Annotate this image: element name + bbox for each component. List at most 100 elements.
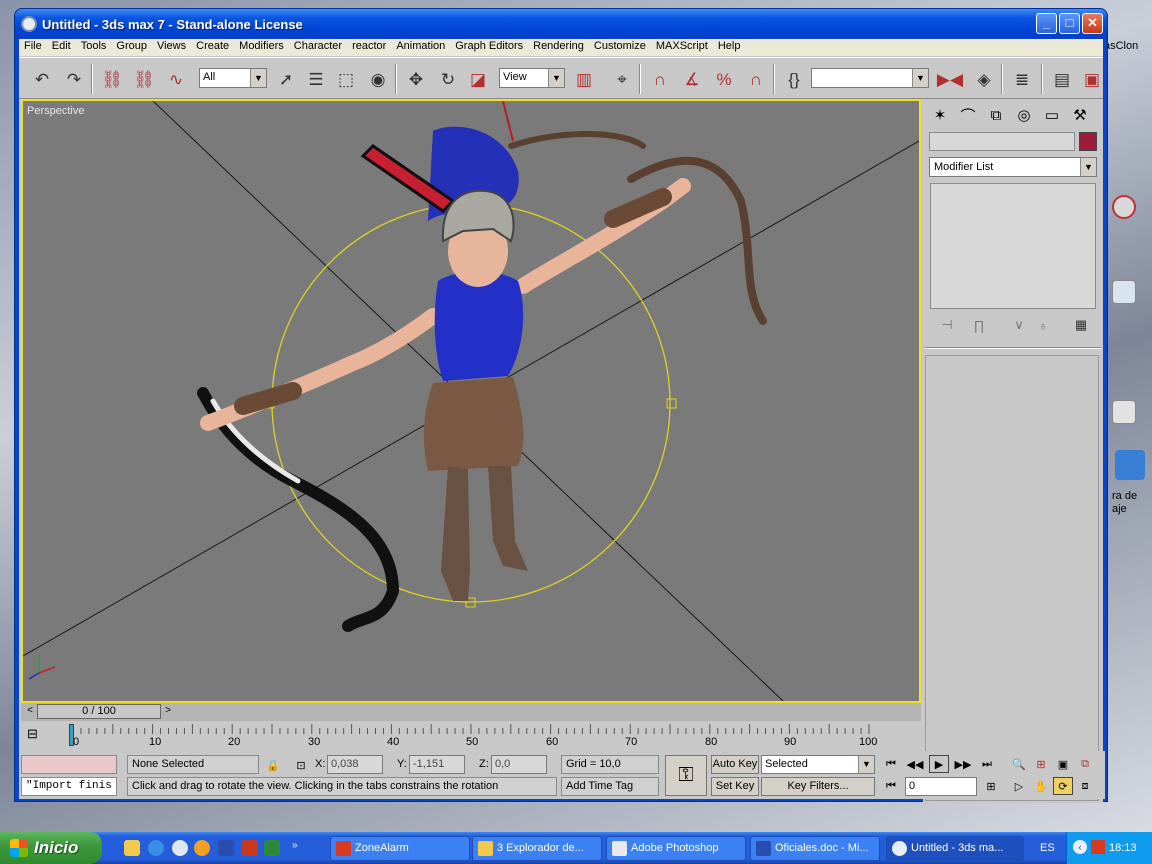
menu-modifiers[interactable]: Modifiers xyxy=(234,39,289,52)
excel-icon[interactable] xyxy=(264,840,280,856)
key-filters-button[interactable]: Key Filters... xyxy=(761,777,875,796)
title-bar[interactable]: Untitled - 3ds max 7 - Stand-alone Licen… xyxy=(15,9,1107,39)
key-mode-toggle-icon[interactable]: ⏮ xyxy=(881,777,901,795)
task-explorer[interactable]: 3 Explorador de... xyxy=(472,836,602,861)
show-end-result-icon[interactable]: ∏ xyxy=(967,315,991,335)
minimize-button[interactable]: _ xyxy=(1036,13,1057,34)
redo-icon[interactable]: ↷ xyxy=(61,67,87,93)
angle-snap-icon[interactable]: ∡ xyxy=(679,67,705,93)
select-by-name-icon[interactable]: ☰ xyxy=(303,67,329,93)
pivot-center-icon[interactable]: ▥ xyxy=(571,67,597,93)
menu-create[interactable]: Create xyxy=(191,39,234,52)
internet-explorer-icon[interactable] xyxy=(148,840,164,856)
utilities-tab-icon[interactable]: ⚒ xyxy=(1067,103,1093,127)
powerpoint-icon[interactable] xyxy=(242,840,258,856)
media-player-icon[interactable] xyxy=(194,840,210,856)
select-and-move-icon[interactable]: ✥ xyxy=(403,67,429,93)
make-unique-icon[interactable]: ∨ xyxy=(1007,315,1031,335)
clock[interactable]: 18:13 xyxy=(1109,842,1137,854)
task-photoshop[interactable]: Adobe Photoshop xyxy=(606,836,746,861)
modifier-stack[interactable] xyxy=(930,183,1096,309)
start-button[interactable]: Inicio xyxy=(0,832,102,864)
quick-launch-overflow-icon[interactable]: » xyxy=(292,840,302,856)
select-and-scale-icon[interactable]: ◪ xyxy=(465,67,491,93)
create-tab-icon[interactable]: ✶ xyxy=(927,103,953,127)
task-zonealarm[interactable]: ZoneAlarm xyxy=(330,836,470,861)
remove-modifier-icon[interactable]: ♁ xyxy=(1031,315,1055,335)
close-button[interactable]: ✕ xyxy=(1082,13,1103,34)
menu-rendering[interactable]: Rendering xyxy=(528,39,589,52)
layer-manager-icon[interactable]: ≣ xyxy=(1009,67,1035,93)
add-time-tag-button[interactable]: Add Time Tag xyxy=(561,777,659,796)
set-key-icon[interactable]: ⚿ xyxy=(665,755,707,796)
lock-selection-icon[interactable]: 🔒 xyxy=(263,756,283,774)
maximize-button[interactable]: □ xyxy=(1059,13,1080,34)
set-key-button[interactable]: Set Key xyxy=(711,777,759,796)
maxscript-mini-listener[interactable] xyxy=(21,755,117,774)
menu-reactor[interactable]: reactor xyxy=(347,39,391,52)
desktop-icon[interactable] xyxy=(1115,450,1145,480)
modify-tab-icon[interactable]: ⌒ xyxy=(955,103,981,127)
desktop-icon[interactable] xyxy=(1112,400,1136,424)
browser-icon[interactable] xyxy=(172,840,188,856)
display-tab-icon[interactable]: ▭ xyxy=(1039,103,1065,127)
go-to-end-icon[interactable]: ⏭ xyxy=(977,755,997,773)
motion-tab-icon[interactable]: ◎ xyxy=(1011,103,1037,127)
object-name-input[interactable] xyxy=(929,132,1075,151)
snaps-toggle-icon[interactable]: ∩ xyxy=(647,67,673,93)
maxscript-output[interactable]: "Import finis xyxy=(21,777,117,796)
language-indicator[interactable]: ES xyxy=(1040,842,1055,854)
field-of-view-icon[interactable]: ▷ xyxy=(1009,777,1029,795)
window-crossing-icon[interactable]: ◉ xyxy=(365,67,391,93)
time-slider-thumb[interactable]: 0 / 100 xyxy=(37,704,161,719)
folder-icon[interactable] xyxy=(124,840,140,856)
x-coordinate-input[interactable]: 0,038 xyxy=(327,755,383,774)
edit-named-selection-icon[interactable]: {} xyxy=(781,67,807,93)
menu-customize[interactable]: Customize xyxy=(589,39,651,52)
select-and-manipulate-icon[interactable]: ⌖ xyxy=(609,67,635,93)
auto-key-button[interactable]: Auto Key xyxy=(711,755,759,774)
zoom-extents-all-icon[interactable]: ⧉ xyxy=(1075,755,1095,773)
task-word-document[interactable]: Oficiales.doc - Mi... xyxy=(750,836,880,861)
show-hidden-icons-icon[interactable]: ‹ xyxy=(1073,840,1087,854)
align-icon[interactable]: ◈ xyxy=(971,67,997,93)
z-coordinate-input[interactable]: 0,0 xyxy=(491,755,547,774)
previous-frame-icon[interactable]: ◀◀ xyxy=(905,755,925,773)
mirror-icon[interactable]: ▶◀ xyxy=(937,67,963,93)
curve-editor-icon[interactable]: ▤ xyxy=(1049,67,1075,93)
absolute-mode-icon[interactable]: ⊡ xyxy=(291,756,311,774)
task-3dsmax[interactable]: Untitled - 3ds ma... xyxy=(886,836,1024,861)
zoom-icon[interactable]: 🔍 xyxy=(1009,755,1029,773)
track-bar[interactable]: 0 10 20 30 40 50 60 70 80 90 100 ⊟ xyxy=(21,722,921,750)
maximize-viewport-icon[interactable]: ⧈ xyxy=(1075,777,1095,795)
desktop-icon[interactable] xyxy=(1112,280,1136,304)
bind-space-warp-icon[interactable]: ∿ xyxy=(163,67,189,93)
menu-views[interactable]: Views xyxy=(152,39,191,52)
menu-graph-editors[interactable]: Graph Editors xyxy=(450,39,528,52)
object-color-swatch[interactable] xyxy=(1079,132,1097,151)
menu-tools[interactable]: Tools xyxy=(76,39,112,52)
menu-help[interactable]: Help xyxy=(713,39,746,52)
select-and-link-icon[interactable]: ⛓ xyxy=(99,67,125,93)
zoom-extents-icon[interactable]: ▣ xyxy=(1053,755,1073,773)
rectangular-selection-icon[interactable]: ⬚ xyxy=(333,67,359,93)
unlink-icon[interactable]: ⛓ xyxy=(131,67,157,93)
go-to-start-icon[interactable]: ⏮ xyxy=(881,755,901,773)
time-slider[interactable]: < 0 / 100 > xyxy=(21,703,921,721)
current-frame-input[interactable]: 0 xyxy=(905,777,977,796)
zoom-all-icon[interactable]: ⊞ xyxy=(1031,755,1051,773)
named-selection-dropdown[interactable]: ▼ xyxy=(811,68,929,88)
menu-maxscript[interactable]: MAXScript xyxy=(651,39,713,52)
select-and-rotate-icon[interactable]: ↻ xyxy=(435,67,461,93)
modifier-list-dropdown[interactable]: Modifier List ▼ xyxy=(929,157,1097,177)
pin-stack-icon[interactable]: ⊣ xyxy=(935,315,959,335)
play-icon[interactable]: ▶ xyxy=(929,755,949,773)
menu-file[interactable]: File xyxy=(19,39,47,52)
y-coordinate-input[interactable]: -1,151 xyxy=(409,755,465,774)
pan-view-icon[interactable]: ✋ xyxy=(1031,777,1051,795)
desktop-icon[interactable] xyxy=(1112,195,1136,219)
trackbar-toggle-icon[interactable]: ⊟ xyxy=(27,726,38,742)
perspective-viewport[interactable]: Perspective xyxy=(21,99,921,703)
menu-animation[interactable]: Animation xyxy=(391,39,450,52)
selection-filter-dropdown[interactable]: All ▼ xyxy=(199,68,267,88)
